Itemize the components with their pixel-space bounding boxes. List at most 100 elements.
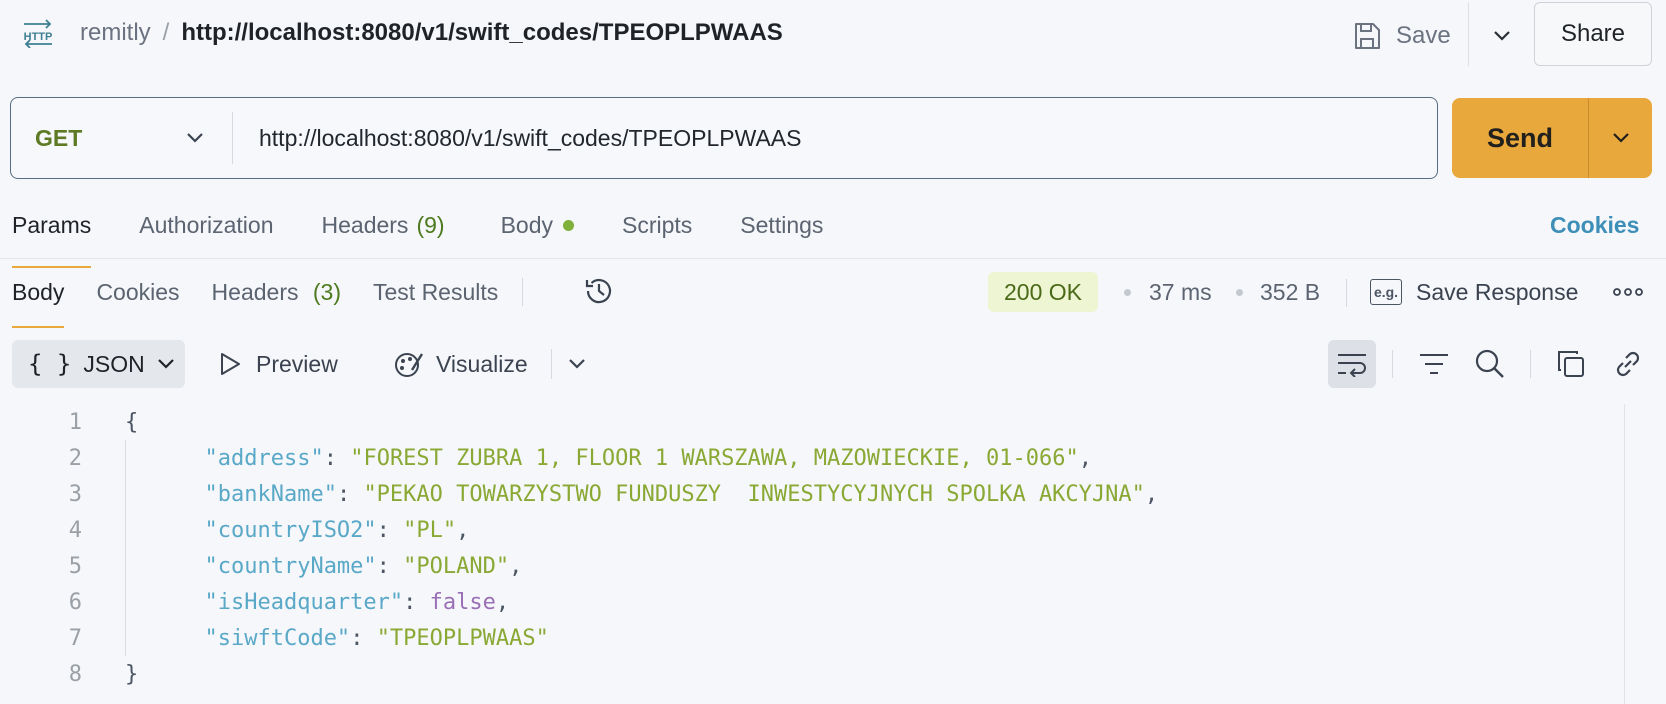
code-line: 7 "siwftCode": "TPEOPLPWAAS" (0, 620, 1620, 656)
response-size[interactable]: 352 B (1260, 272, 1320, 312)
json-key: "address" (204, 445, 324, 471)
json-string-value: "PL" (403, 517, 457, 543)
send-options-chevron-down-icon[interactable] (1589, 98, 1652, 178)
visualize-button[interactable]: Visualize (392, 340, 528, 388)
code-line: 5 "countryName": "POLAND", (0, 548, 1620, 584)
response-tab-cookies[interactable]: Cookies (96, 279, 179, 306)
json-string-value: "PEKAO TOWARZYSTWO FUNDUSZY INWESTYCYJNY… (363, 481, 1145, 507)
cookies-link[interactable]: Cookies (1550, 212, 1639, 239)
code-line: 3 "bankName": "PEKAO TOWARZYSTWO FUNDUSZ… (0, 476, 1620, 512)
json-string-value: "FOREST ZUBRA 1, FLOOR 1 WARSZAWA, MAZOW… (350, 445, 1079, 471)
line-number: 4 (68, 517, 82, 543)
share-button[interactable]: Share (1534, 2, 1652, 66)
save-options-chevron-down-icon[interactable] (1482, 16, 1522, 56)
json-open-brace: { (125, 409, 139, 435)
visualize-label: Visualize (436, 350, 528, 377)
save-response-button[interactable]: e.g. Save Response (1370, 272, 1578, 312)
scrollbar-track[interactable] (1624, 404, 1625, 704)
json-close-brace: } (125, 661, 139, 687)
code-line: 1 { (0, 404, 1620, 440)
save-button[interactable]: Save (1352, 16, 1451, 56)
section-divider (0, 258, 1666, 259)
json-key: "countryName" (204, 553, 377, 579)
json-key: "bankName" (204, 481, 337, 507)
format-select[interactable]: { } JSON (12, 340, 185, 388)
tab-scripts[interactable]: Scripts (622, 208, 692, 242)
tab-headers-count: (9) (416, 211, 445, 238)
response-tab-cookies-label: Cookies (96, 278, 180, 305)
breadcrumb-workspace[interactable]: remitly (80, 19, 151, 47)
filter-icon[interactable] (1410, 340, 1458, 388)
response-tab-test-results-label: Test Results (373, 278, 499, 305)
tab-settings-label: Settings (740, 211, 824, 238)
preview-label: Preview (256, 350, 338, 377)
json-key: "countryISO2" (204, 517, 377, 543)
code-line: 6 "isHeadquarter": false, (0, 584, 1620, 620)
method-divider (232, 112, 233, 164)
tab-body-label: Body (500, 211, 553, 238)
response-tab-body-label: Body (12, 278, 65, 305)
line-number: 3 (68, 481, 82, 507)
breadcrumb-separator: / (162, 19, 170, 46)
request-bar: GET http://localhost:8080/v1/swift_codes… (10, 97, 1438, 179)
line-number: 1 (68, 409, 82, 435)
tab-params[interactable]: Params (12, 208, 92, 268)
json-string-value: "POLAND" (403, 553, 510, 579)
response-tab-headers-count: (3) (312, 278, 341, 305)
request-title[interactable]: http://localhost:8080/v1/swift_codes/TPE… (181, 19, 782, 47)
more-icon[interactable] (1612, 284, 1644, 300)
response-time[interactable]: 37 ms (1149, 272, 1212, 312)
tab-authorization[interactable]: Authorization (139, 208, 273, 242)
save-divider (1468, 2, 1469, 66)
send-button-group: Send (1452, 98, 1652, 178)
response-tab-test-results[interactable]: Test Results (373, 279, 498, 306)
meta-dot-1 (1124, 272, 1131, 312)
top-bar: HTTP remitly / http://localhost:8080/v1/… (0, 0, 1666, 70)
send-button[interactable]: Send (1452, 98, 1588, 178)
response-tab-body[interactable]: Body (12, 278, 65, 328)
history-icon[interactable] (582, 274, 616, 308)
code-line: 4 "countryISO2": "PL", (0, 512, 1620, 548)
method-chevron-down-icon[interactable] (177, 120, 213, 156)
search-icon[interactable] (1466, 340, 1514, 388)
format-chevron-down-icon (157, 358, 175, 370)
wrap-lines-icon[interactable] (1328, 340, 1376, 388)
tab-headers[interactable]: Headers (9) (322, 208, 445, 242)
visualize-icon (392, 348, 424, 380)
response-tabs-divider (522, 278, 524, 306)
tab-headers-label: Headers (321, 211, 409, 238)
visualize-chevron-down-icon[interactable] (560, 346, 594, 382)
copy-icon[interactable] (1547, 340, 1595, 388)
line-number: 6 (68, 589, 82, 615)
response-tab-headers-label: Headers (211, 278, 299, 305)
response-body-code[interactable]: 1 { 2 "address": "FOREST ZUBRA 1, FLOOR … (0, 404, 1620, 692)
preview-button[interactable]: Preview (218, 340, 338, 388)
breadcrumb: remitly / http://localhost:8080/v1/swift… (80, 19, 783, 47)
tab-scripts-label: Scripts (622, 211, 693, 238)
tab-params-label: Params (12, 211, 92, 238)
method-select[interactable]: GET (35, 98, 82, 178)
status-badge[interactable]: 200 OK (988, 272, 1098, 312)
json-boolean-value: false (429, 589, 496, 615)
save-response-label: Save Response (1416, 278, 1579, 305)
visualize-divider (551, 349, 552, 379)
meta-divider (1346, 279, 1347, 307)
json-key: "siwftCode" (204, 625, 351, 651)
tab-body[interactable]: Body (501, 208, 574, 242)
link-icon[interactable] (1604, 340, 1652, 388)
meta-dot-2 (1236, 272, 1243, 312)
url-input[interactable]: http://localhost:8080/v1/swift_codes/TPE… (259, 98, 1419, 178)
save-label: Save (1396, 22, 1451, 49)
line-number: 2 (68, 445, 82, 471)
code-line: 8 } (0, 656, 1620, 692)
line-number: 5 (68, 553, 82, 579)
example-icon: e.g. (1370, 279, 1402, 305)
tab-authorization-label: Authorization (139, 211, 274, 238)
response-tab-headers[interactable]: Headers (3) (212, 279, 341, 306)
request-tabs: Params Authorization Headers (9) Body Sc… (12, 208, 823, 268)
json-braces-icon: { } (28, 350, 72, 378)
play-icon (218, 351, 242, 377)
line-number: 8 (68, 661, 82, 687)
tab-settings[interactable]: Settings (740, 208, 823, 242)
json-string-value: "TPEOPLPWAAS" (376, 625, 549, 651)
